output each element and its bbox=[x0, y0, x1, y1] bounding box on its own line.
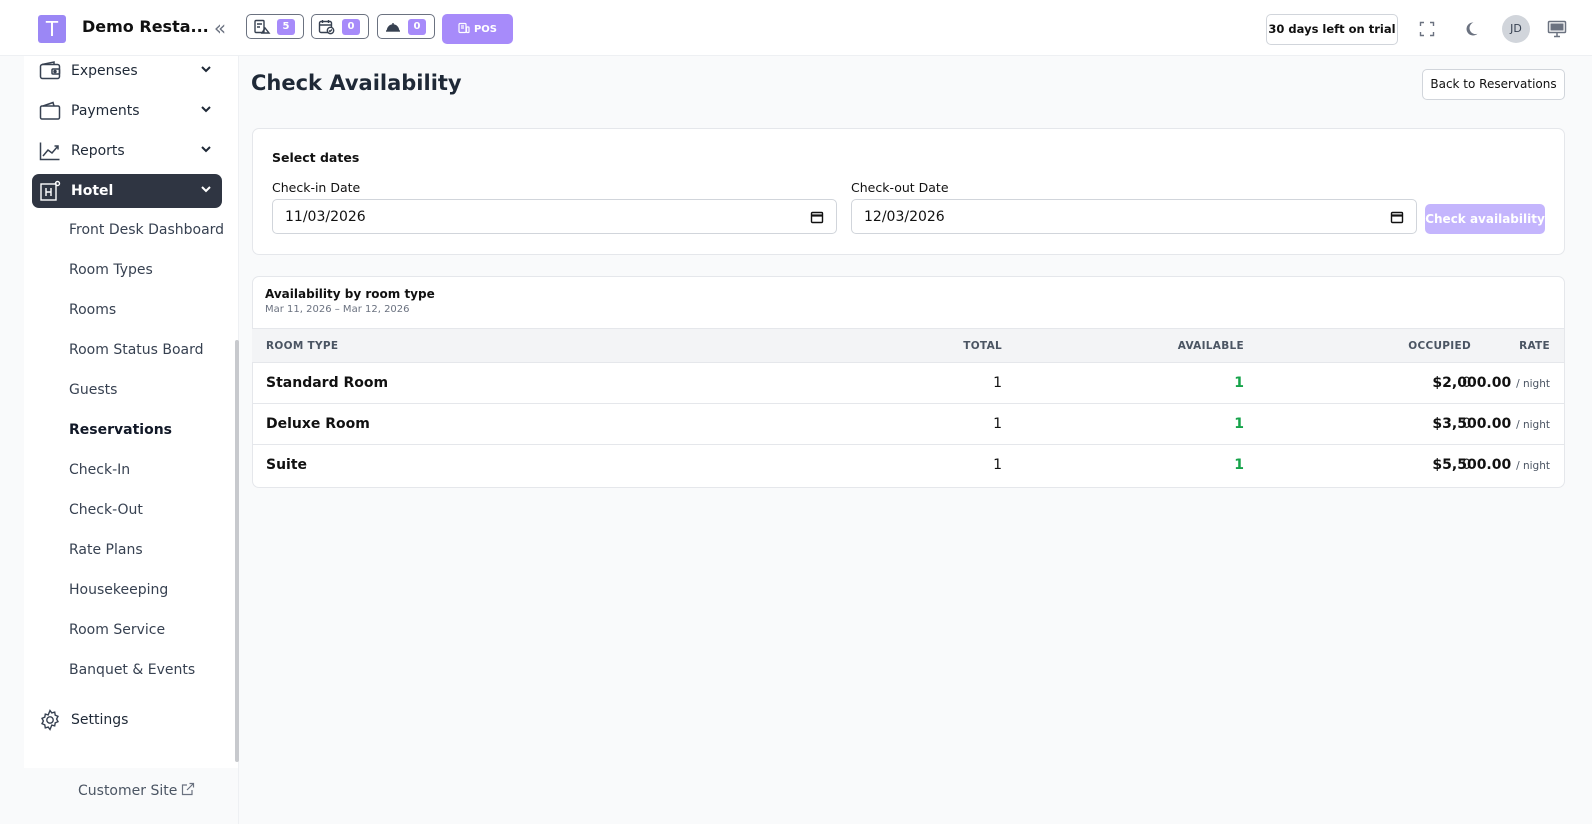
sidebar-item-label: Reports bbox=[71, 143, 125, 159]
calendar-icon[interactable] bbox=[1390, 210, 1404, 228]
sidebar-item-guests[interactable]: Guests bbox=[69, 382, 117, 398]
chevron-down-icon bbox=[200, 143, 212, 159]
sidebar-item-payments[interactable]: Payments bbox=[32, 94, 222, 128]
checkout-date-value: 12/03/2026 bbox=[864, 208, 945, 225]
sidebar-item-room-service[interactable]: Room Service bbox=[69, 622, 165, 638]
sidebar-item-settings[interactable]: Settings bbox=[32, 703, 222, 737]
app-logo: T bbox=[38, 15, 66, 43]
checkin-date-input[interactable]: 11/03/2026 bbox=[272, 199, 837, 234]
room-type-cell: Standard Room bbox=[266, 375, 389, 391]
kitchen-orders-chip[interactable]: 5 bbox=[246, 14, 304, 39]
table-row: Deluxe Room 1 1 0 $3,500.00 / night bbox=[252, 404, 1564, 445]
column-header-occupied: OCCUPIED bbox=[1408, 340, 1471, 352]
column-header-available: AVAILABLE bbox=[1177, 340, 1244, 352]
reservations-count: 0 bbox=[342, 18, 360, 35]
kitchen-orders-icon bbox=[253, 19, 271, 35]
per-night: / night bbox=[1516, 378, 1550, 390]
back-to-reservations-button[interactable]: Back to Reservations bbox=[1422, 69, 1565, 100]
available-cell: 1 bbox=[1234, 375, 1244, 391]
wallet-icon bbox=[38, 59, 62, 83]
checkin-label: Check-in Date bbox=[272, 180, 361, 195]
per-night: / night bbox=[1516, 419, 1550, 431]
pos-label: POS bbox=[473, 23, 498, 35]
sidebar-item-hotel[interactable]: Hotel bbox=[32, 174, 222, 208]
room-service-count: 0 bbox=[408, 18, 426, 35]
sidebar-item-label: Hotel bbox=[71, 183, 114, 199]
table-row: Suite 1 1 0 $5,500.00 / night bbox=[252, 445, 1564, 486]
chevron-down-icon bbox=[200, 63, 212, 79]
customer-site-label: Customer Site bbox=[78, 783, 178, 799]
sidebar-item-room-types[interactable]: Room Types bbox=[69, 262, 153, 278]
chevron-down-icon bbox=[200, 183, 212, 199]
room-service-chip[interactable]: 0 bbox=[377, 14, 435, 39]
room-type-cell: Deluxe Room bbox=[266, 416, 370, 432]
availability-title: Availability by room type bbox=[265, 287, 435, 301]
reservations-chip[interactable]: 0 bbox=[311, 14, 369, 39]
rate-cell: $2,000.00 / night bbox=[1432, 375, 1550, 391]
table-header: ROOM TYPE TOTAL AVAILABLE OCCUPIED RATE bbox=[252, 328, 1564, 363]
customer-site-link[interactable]: Customer Site bbox=[78, 782, 195, 800]
check-availability-button[interactable]: Check availability bbox=[1425, 204, 1545, 234]
sidebar-item-housekeeping[interactable]: Housekeeping bbox=[69, 582, 168, 598]
available-cell: 1 bbox=[1234, 457, 1244, 473]
rate-value: $2,000.00 bbox=[1432, 375, 1512, 391]
column-header-total: TOTAL bbox=[963, 340, 1002, 352]
table-row: Standard Room 1 1 0 $2,000.00 / night bbox=[252, 363, 1564, 404]
sidebar-item-label: Expenses bbox=[71, 63, 138, 79]
pos-button[interactable]: POS bbox=[442, 14, 513, 44]
sidebar-item-rate-plans[interactable]: Rate Plans bbox=[69, 542, 143, 558]
column-header-room-type: ROOM TYPE bbox=[266, 340, 339, 352]
external-link-icon bbox=[181, 782, 195, 800]
total-cell: 1 bbox=[993, 375, 1002, 391]
pos-icon bbox=[458, 22, 470, 37]
app-title: Demo Resta... bbox=[82, 17, 209, 36]
checkin-date-value: 11/03/2026 bbox=[285, 208, 366, 225]
sidebar-item-front-desk-dashboard[interactable]: Front Desk Dashboard bbox=[69, 222, 224, 238]
payments-icon bbox=[38, 99, 62, 123]
sidebar-item-check-in[interactable]: Check-In bbox=[69, 462, 130, 478]
cloche-icon bbox=[384, 19, 402, 35]
hotel-icon bbox=[38, 179, 62, 203]
fullscreen-icon[interactable] bbox=[1415, 17, 1439, 41]
collapse-sidebar-icon[interactable]: « bbox=[208, 16, 232, 40]
select-dates-title: Select dates bbox=[272, 150, 360, 165]
calendar-icon[interactable] bbox=[810, 210, 824, 228]
sidebar-scrollbar[interactable] bbox=[235, 340, 239, 762]
trial-badge[interactable]: 30 days left on trial bbox=[1266, 14, 1398, 45]
chevron-down-icon bbox=[200, 103, 212, 119]
rate-value: $3,500.00 bbox=[1432, 416, 1512, 432]
rate-value: $5,500.00 bbox=[1432, 457, 1512, 473]
checkout-date-input[interactable]: 12/03/2026 bbox=[851, 199, 1417, 234]
room-type-cell: Suite bbox=[266, 457, 308, 473]
sidebar-item-reservations[interactable]: Reservations bbox=[69, 422, 172, 438]
monitor-icon[interactable] bbox=[1545, 17, 1569, 41]
dark-mode-icon[interactable] bbox=[1459, 17, 1483, 41]
rate-cell: $3,500.00 / night bbox=[1432, 416, 1550, 432]
avatar[interactable]: JD bbox=[1502, 15, 1530, 43]
total-cell: 1 bbox=[993, 416, 1002, 432]
per-night: / night bbox=[1516, 460, 1550, 472]
sidebar-item-reports[interactable]: Reports bbox=[32, 134, 222, 168]
page-title: Check Availability bbox=[251, 71, 462, 95]
available-cell: 1 bbox=[1234, 416, 1244, 432]
availability-range: Mar 11, 2026 – Mar 12, 2026 bbox=[265, 304, 410, 315]
sidebar-item-banquet-events[interactable]: Banquet & Events bbox=[69, 662, 195, 678]
sidebar-item-label: Settings bbox=[71, 712, 129, 728]
column-header-rate: RATE bbox=[1519, 340, 1550, 352]
rate-cell: $5,500.00 / night bbox=[1432, 457, 1550, 473]
sidebar-item-rooms[interactable]: Rooms bbox=[69, 302, 116, 318]
sidebar-item-expenses[interactable]: Expenses bbox=[32, 54, 222, 88]
sidebar-item-room-status-board[interactable]: Room Status Board bbox=[69, 342, 204, 358]
sidebar-item-label: Payments bbox=[71, 103, 140, 119]
sidebar-item-check-out[interactable]: Check-Out bbox=[69, 502, 143, 518]
checkout-label: Check-out Date bbox=[851, 180, 949, 195]
chart-line-icon bbox=[38, 139, 62, 163]
total-cell: 1 bbox=[993, 457, 1002, 473]
calendar-check-icon bbox=[318, 19, 336, 35]
gear-icon bbox=[38, 708, 62, 732]
kitchen-orders-count: 5 bbox=[277, 18, 295, 35]
top-bar: T Demo Resta... « 5 0 0 POS 30 days left… bbox=[0, 0, 1592, 56]
